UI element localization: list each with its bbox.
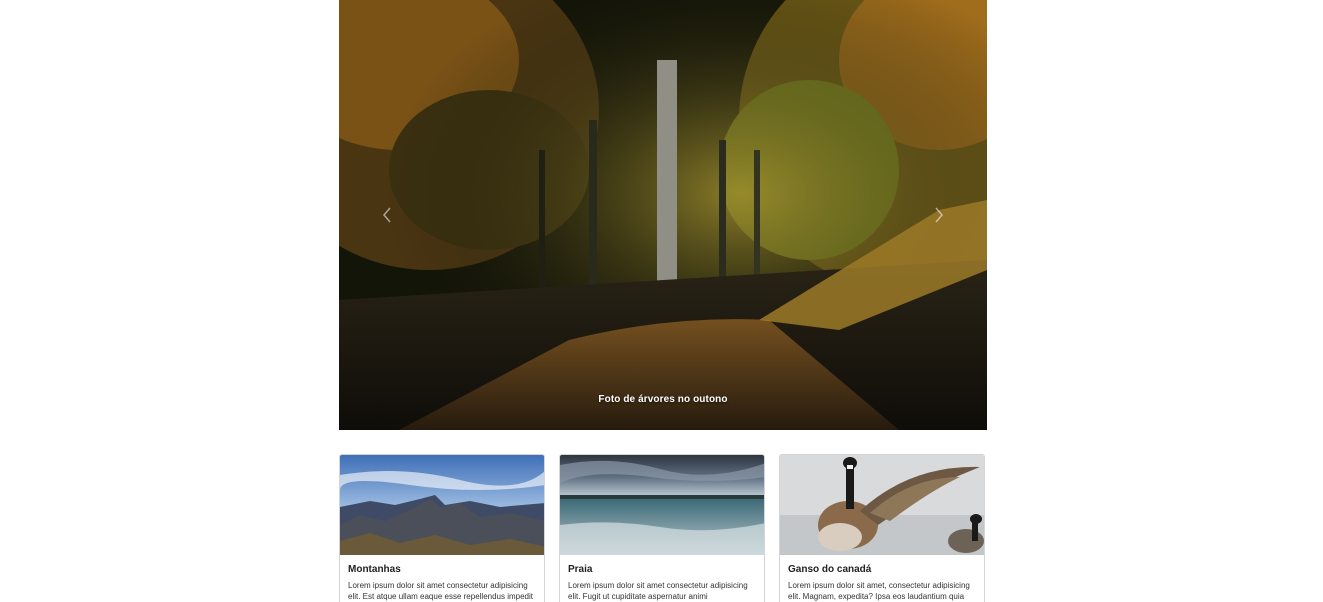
card-mountains: Montanhas Lorem ipsum dolor sit amet con… (339, 454, 545, 602)
chevron-right-icon (934, 207, 944, 223)
image-carousel[interactable]: Foto de árvores no outono (339, 0, 987, 430)
card-goose: Ganso do canadá Lorem ipsum dolor sit am… (779, 454, 985, 602)
card-image (340, 455, 544, 555)
carousel-slide-image (339, 0, 987, 430)
card-text: Lorem ipsum dolor sit amet, consectetur … (788, 581, 970, 601)
chevron-left-icon (382, 207, 392, 223)
card-text: Lorem ipsum dolor sit amet consectetur a… (348, 581, 533, 601)
card-title: Praia (568, 564, 593, 575)
card-title: Ganso do canadá (788, 564, 872, 575)
card-beach: Praia Lorem ipsum dolor sit amet consect… (559, 454, 765, 602)
page: Foto de árvores no outono Montanhas Lore… (0, 0, 1323, 602)
card-text: Lorem ipsum dolor sit amet consectetur a… (568, 581, 748, 601)
carousel-caption: Foto de árvores no outono (598, 394, 728, 405)
carousel-next-button[interactable] (891, 0, 987, 430)
card-image (780, 455, 984, 555)
card-image (560, 455, 764, 555)
carousel-prev-button[interactable] (339, 0, 435, 430)
card-title: Montanhas (348, 564, 401, 575)
